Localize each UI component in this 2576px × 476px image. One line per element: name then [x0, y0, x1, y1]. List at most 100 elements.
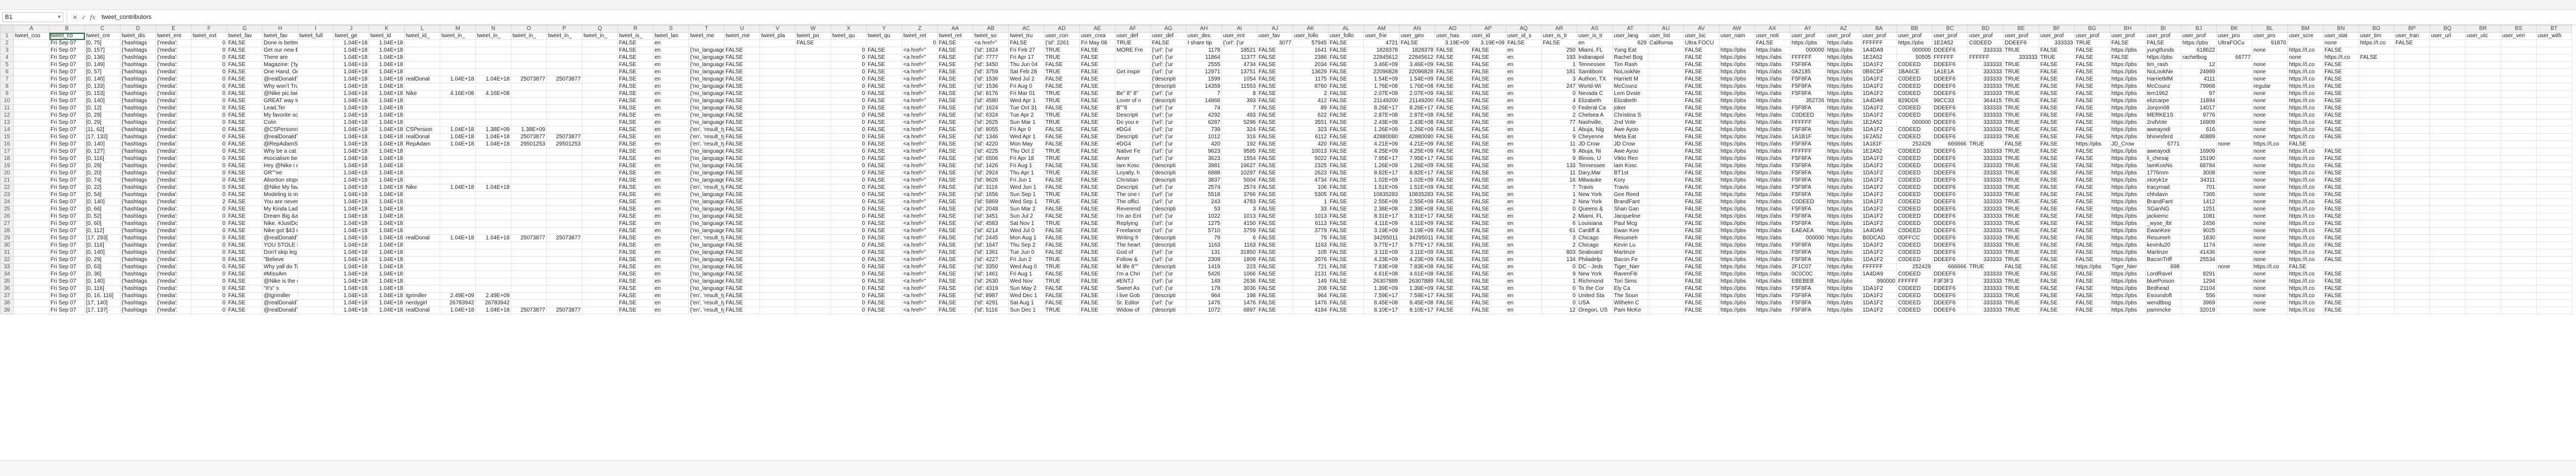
cell[interactable]: 1.04E+18	[333, 76, 369, 83]
cell[interactable]	[475, 169, 511, 177]
cell[interactable]: FALSE	[617, 184, 653, 192]
cell[interactable]: 324	[1221, 126, 1257, 134]
cell[interactable]: FALSE	[866, 270, 902, 278]
cell[interactable]: https://t.co	[2323, 54, 2359, 62]
cell[interactable]: https://pbs	[1719, 249, 1755, 257]
cell[interactable]: 333333	[1968, 177, 2004, 184]
cell[interactable]: 990000	[1861, 278, 1897, 285]
cell[interactable]: 1.04E+18	[369, 133, 405, 141]
cell[interactable]: none	[2252, 76, 2288, 83]
cell[interactable]: https://t.co	[2287, 126, 2323, 134]
cell[interactable]: user_con	[1044, 32, 1080, 40]
cell[interactable]: {'hashtags	[120, 104, 156, 112]
cell[interactable]: https://pbs	[2110, 270, 2146, 278]
cell[interactable]: FALSE	[2074, 213, 2110, 221]
cell[interactable]: 1.04E+18	[369, 299, 405, 307]
cell[interactable]: user_prof	[2110, 32, 2146, 40]
cell[interactable]: {'media':	[155, 83, 192, 91]
cell[interactable]	[475, 278, 511, 285]
cell[interactable]: FALSE	[1435, 68, 1471, 76]
cell[interactable]	[2500, 104, 2537, 112]
column-header[interactable]: D	[120, 25, 156, 33]
cell[interactable]: Fri Sep 07	[49, 263, 85, 271]
cell[interactable]	[2536, 119, 2572, 127]
cell[interactable]: 829DD6	[1896, 97, 1933, 105]
cell[interactable]	[13, 292, 49, 300]
cell[interactable]: user_id_s	[1506, 32, 1542, 40]
name-box[interactable]: B1 ▾	[2, 12, 63, 22]
cell[interactable]: @Nike is the only thi	[262, 278, 298, 285]
cell[interactable]: en	[653, 270, 689, 278]
cell[interactable]: F5F8FA	[1790, 76, 1826, 83]
cell[interactable]	[475, 104, 511, 112]
cell[interactable]: [0, 66]	[84, 206, 120, 213]
cell[interactable]: 4.25E+09	[1399, 148, 1435, 156]
cell[interactable]	[2500, 227, 2537, 235]
cell[interactable]: 000000	[1790, 47, 1826, 54]
cell[interactable]: 208	[1292, 285, 1329, 293]
cell[interactable]: FALSE	[227, 299, 263, 307]
cell[interactable]: https://pbs	[1825, 177, 1861, 184]
cell[interactable]	[2358, 220, 2394, 228]
cell[interactable]	[582, 126, 618, 134]
cell[interactable]: California	[1648, 39, 1684, 47]
cell[interactable]: Amer	[1115, 155, 1151, 163]
cell[interactable]: 1.54E+09	[1364, 76, 1400, 83]
cell[interactable]: https://t.co	[2287, 278, 2323, 285]
cell[interactable]: en	[653, 177, 689, 184]
cell[interactable]: Fri Sep 07	[49, 83, 85, 91]
cell[interactable]	[2500, 155, 2537, 163]
cell[interactable]	[2358, 155, 2394, 163]
row-header[interactable]: 12	[0, 112, 14, 119]
cell[interactable]: {'no_language_code	[688, 191, 724, 199]
cell[interactable]: 1.04E+18	[333, 119, 369, 127]
cell[interactable]: FALSE	[1470, 184, 1506, 192]
cell[interactable]	[582, 191, 618, 199]
cell[interactable]: TRUE	[2003, 155, 2039, 163]
cell[interactable]: C0DEED	[1896, 256, 1933, 264]
cell[interactable]	[475, 249, 511, 257]
cell[interactable]: tweet_dis	[120, 32, 156, 40]
cell[interactable]	[1648, 213, 1684, 221]
cell[interactable]: FALSE	[1435, 112, 1471, 119]
cell[interactable]: 1.04E+18	[333, 112, 369, 119]
cell[interactable]: FALSE	[2003, 263, 2039, 271]
cell[interactable]: {'hashtags	[120, 141, 156, 148]
cell[interactable]: 0	[191, 54, 227, 62]
cell[interactable]	[582, 169, 618, 177]
cell[interactable]: FALSE	[937, 162, 973, 170]
cell[interactable]	[1648, 97, 1684, 105]
cell[interactable]: en	[1506, 270, 1542, 278]
cell[interactable]: @realDonaldTrump	[262, 234, 298, 242]
cell[interactable]	[759, 307, 796, 314]
cell[interactable]	[795, 90, 831, 98]
cell[interactable]: 1.76E+08	[1399, 83, 1435, 91]
cell[interactable]: 8.45E+08	[1364, 299, 1400, 307]
cell[interactable]: 1.04E+18	[333, 155, 369, 163]
cell[interactable]: FALSE	[1257, 61, 1293, 69]
cell[interactable]	[2394, 242, 2430, 249]
cell[interactable]	[2216, 213, 2252, 221]
cell[interactable]: https://abs	[1754, 97, 1790, 105]
cell[interactable]: https://abs	[1754, 213, 1790, 221]
cell[interactable]: {'hashtags	[120, 206, 156, 213]
cell[interactable]: https://pbs	[1825, 90, 1861, 98]
cell[interactable]: https://t.co	[2287, 220, 2323, 228]
cell[interactable]: en	[1506, 90, 1542, 98]
cell[interactable]: TRUE	[1044, 54, 1080, 62]
cell[interactable]	[404, 61, 440, 69]
cell[interactable]: TRUE	[2003, 61, 2039, 69]
cell[interactable]: 1.26E+09	[1399, 126, 1435, 134]
cell[interactable]: Travis	[1577, 184, 1613, 192]
cell[interactable]	[2465, 263, 2501, 271]
cell[interactable]: https://pbs	[1719, 177, 1755, 184]
cell[interactable]: JD Crow	[1612, 141, 1648, 148]
cell[interactable]: DDEEF6	[1932, 112, 1968, 119]
cell[interactable]: <a href="	[902, 141, 938, 148]
cell[interactable]	[1115, 83, 1151, 91]
cell[interactable]: Fri Sep 07	[49, 206, 85, 213]
cell[interactable]	[2358, 270, 2394, 278]
cell[interactable]: FALSE	[2323, 119, 2359, 127]
cell[interactable]: FALSE	[1470, 141, 1506, 148]
cell[interactable]: <a href="	[902, 162, 938, 170]
